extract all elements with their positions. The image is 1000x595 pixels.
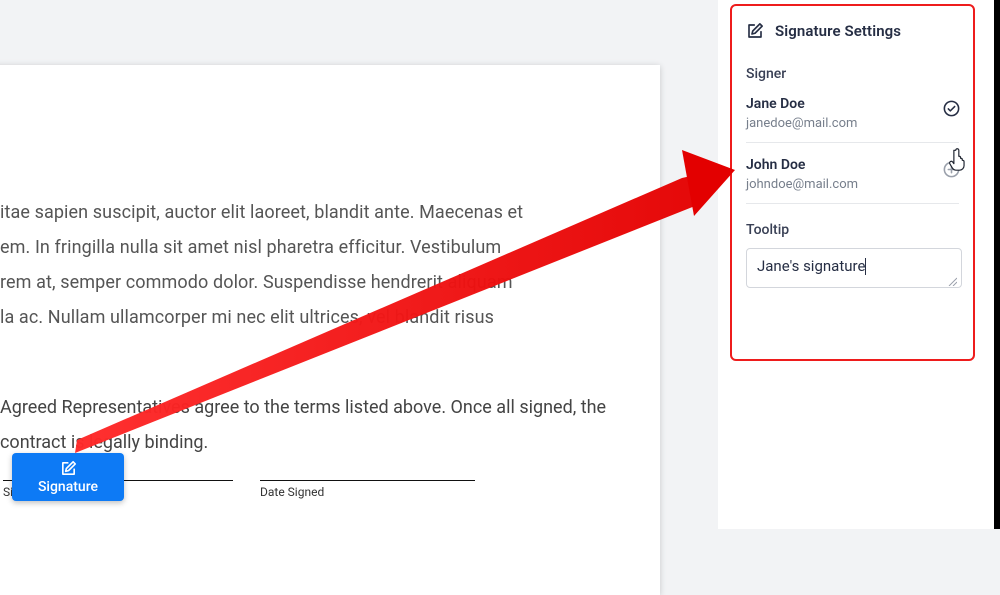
doc-line: la ac. Nullam ullamcorper mi nec elit ul…	[0, 300, 610, 335]
check-circle-icon	[942, 99, 961, 118]
signer-email: johndoe@mail.com	[746, 177, 959, 192]
date-signed-field-block: Date Signed	[257, 480, 475, 499]
tooltip-section-label: Tooltip	[746, 222, 959, 238]
edit-square-icon	[60, 460, 77, 477]
tooltip-textarea[interactable]: Jane's signature	[746, 248, 962, 288]
doc-line: Agreed Representatives agree to the term…	[0, 397, 515, 418]
select-signer-button[interactable]	[939, 96, 963, 120]
date-signed-underline-label: Date Signed	[260, 485, 475, 499]
date-signed-underline	[260, 480, 475, 481]
doc-line: em. In fringilla nulla sit amet nisl pha…	[0, 230, 610, 265]
add-signer-button[interactable]	[939, 157, 963, 181]
doc-line: rem at, semper commodo dolor. Suspendiss…	[0, 265, 610, 300]
signer-name: Jane Doe	[746, 96, 959, 112]
document-agreement-paragraph: Agreed Representatives agree to the term…	[0, 390, 610, 460]
panel-title: Signature Settings	[775, 22, 901, 40]
tooltip-input-wrapper: Jane's signature	[746, 248, 959, 288]
signer-row-john[interactable]: John Doe johndoe@mail.com	[746, 143, 959, 204]
signer-row-jane[interactable]: Jane Doe janedoe@mail.com	[746, 82, 959, 143]
tooltip-textarea-value: Jane's signature	[757, 257, 865, 275]
signer-email: janedoe@mail.com	[746, 116, 959, 131]
signature-settings-panel: Signature Settings Signer Jane Doe janed…	[730, 4, 975, 361]
document-page: itae sapien suscipit, auctor elit laoree…	[0, 65, 660, 595]
resize-handle-icon[interactable]	[947, 276, 957, 286]
signature-button-label: Signature	[38, 479, 98, 495]
document-body-paragraph: itae sapien suscipit, auctor elit laoree…	[0, 195, 610, 335]
signature-field-button[interactable]: Signature	[12, 453, 124, 501]
text-caret	[865, 258, 866, 275]
plus-circle-icon	[942, 160, 961, 179]
signer-section-label: Signer	[746, 66, 959, 82]
doc-line: itae sapien suscipit, auctor elit laoree…	[0, 195, 610, 230]
scrollbar-gutter	[994, 0, 1000, 529]
panel-title-row: Signature Settings	[746, 22, 959, 40]
signer-name: John Doe	[746, 157, 959, 173]
edit-square-icon	[746, 22, 764, 40]
